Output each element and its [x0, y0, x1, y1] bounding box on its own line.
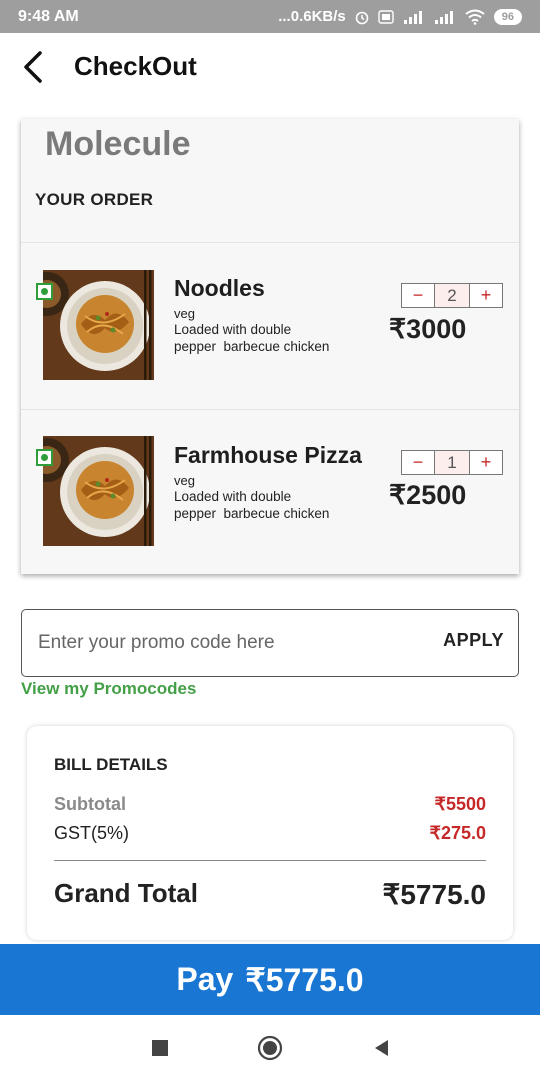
subtotal-value: ₹5500 [434, 794, 487, 814]
bill-details-card: BILL DETAILS Subtotal ₹5500 GST(5%) ₹275… [27, 726, 513, 940]
decrement-button[interactable]: − [401, 450, 435, 475]
quantity-stepper: − 1 + [401, 450, 503, 475]
wifi-icon [464, 9, 486, 25]
signal-4g-icon [402, 9, 426, 25]
subtotal-label: Subtotal [54, 794, 126, 814]
gst-label: GST(5%) [54, 823, 130, 843]
recents-button[interactable] [147, 1035, 173, 1061]
section-title: YOUR ORDER [35, 190, 154, 209]
item-description: Loaded with double pepper barbecue chick… [174, 322, 330, 354]
item-description: Loaded with double pepper barbecue chick… [174, 489, 330, 521]
order-item: Noodles veg Loaded with double pepper ba… [21, 243, 519, 409]
grand-total-value: ₹5775.0 [382, 879, 486, 910]
veg-indicator-icon [36, 283, 53, 300]
apply-button[interactable]: APPLY [443, 630, 504, 651]
app-header: CheckOut [0, 33, 540, 101]
item-type: veg [174, 473, 195, 488]
network-speed: ...0.6KB/s [278, 8, 346, 25]
back-nav-button[interactable] [368, 1035, 394, 1061]
increment-button[interactable]: + [469, 283, 503, 308]
pay-label: Pay [176, 961, 234, 997]
alarm-icon [354, 9, 370, 25]
item-type: veg [174, 306, 195, 321]
recents-square-icon [152, 1040, 168, 1056]
divider [54, 860, 486, 861]
restaurant-name: Molecule [45, 125, 191, 163]
decrement-button[interactable]: − [401, 283, 435, 308]
page-title: CheckOut [74, 51, 197, 81]
order-item: Farmhouse Pizza veg Loaded with double p… [21, 410, 519, 576]
back-button[interactable] [16, 49, 50, 85]
item-price: ₹2500 [389, 480, 467, 510]
view-promocodes-link[interactable]: View my Promocodes [21, 679, 196, 699]
status-icons: ...0.6KB/s 96 [278, 8, 522, 25]
back-triangle-icon [375, 1040, 388, 1056]
item-name: Farmhouse Pizza [174, 442, 362, 468]
battery-icon: 96 [493, 8, 522, 25]
quantity-value: 2 [435, 283, 469, 308]
home-button[interactable] [257, 1035, 283, 1061]
item-price: ₹3000 [389, 314, 467, 344]
veg-indicator-icon [36, 449, 53, 466]
status-bar: 9:48 AM ...0.6KB/s 96 [0, 0, 540, 33]
home-circle-icon [257, 1035, 283, 1061]
item-name: Noodles [174, 275, 265, 301]
quantity-stepper: − 2 + [401, 283, 503, 308]
signal-icon [434, 9, 456, 25]
gst-value: ₹275.0 [429, 823, 487, 843]
bill-title: BILL DETAILS [54, 755, 168, 774]
promo-code-input[interactable] [38, 628, 398, 658]
food-image [43, 436, 154, 546]
chevron-left-icon [24, 51, 42, 83]
pay-amount: ₹5775.0 [245, 961, 364, 998]
order-card: Molecule YOUR ORDER Noodles veg Loaded w… [21, 119, 519, 574]
pay-button[interactable]: Pay ₹5775.0 [0, 944, 540, 1015]
status-time: 9:48 AM [18, 7, 79, 25]
increment-button[interactable]: + [469, 450, 503, 475]
food-image [43, 270, 154, 380]
grand-total-label: Grand Total [54, 878, 198, 908]
promo-code-box: APPLY [21, 609, 519, 677]
volte-icon [378, 9, 394, 24]
quantity-value: 1 [435, 450, 469, 475]
system-nav-bar [0, 1015, 540, 1080]
